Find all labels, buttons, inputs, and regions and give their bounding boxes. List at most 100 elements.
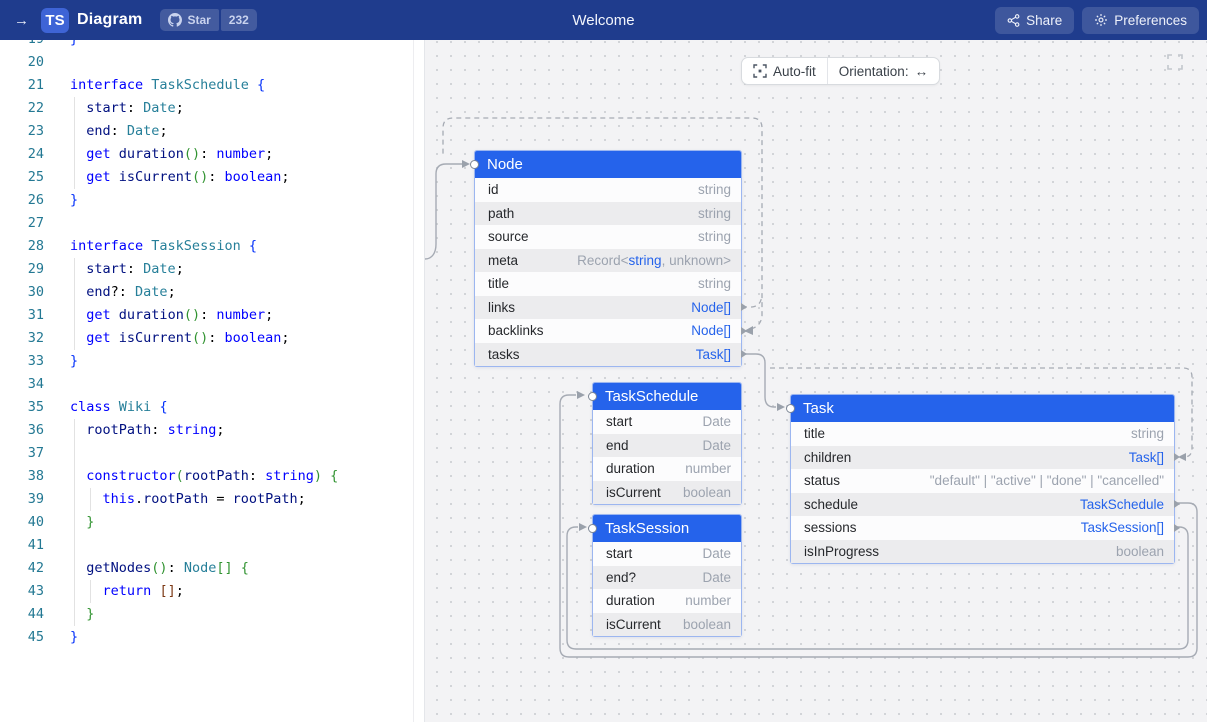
field-name: links (488, 300, 515, 315)
field-type: number (685, 593, 731, 608)
model-title: Node (487, 156, 523, 173)
line-number: 19 (0, 40, 44, 51)
source-handle[interactable] (741, 303, 747, 311)
field-name: tasks (488, 347, 520, 362)
line-number: 21 (0, 74, 44, 97)
source-handle[interactable] (1174, 500, 1180, 508)
field-name: duration (606, 461, 655, 476)
field-row-isInProgress: isInProgressboolean (791, 540, 1174, 564)
code-line: 20 (0, 51, 413, 74)
field-row-path: pathstring (475, 202, 741, 226)
target-port[interactable] (470, 160, 479, 169)
code-line: 26} (0, 189, 413, 212)
field-type: string (698, 229, 731, 244)
code-area[interactable]: 19}2021interface TaskSchedule {22 start:… (0, 40, 414, 722)
model-header[interactable]: TaskSchedule (593, 383, 741, 410)
model-table-task[interactable]: TasktitlestringchildrenTask[]status"defa… (790, 394, 1175, 564)
field-type: Date (702, 414, 731, 429)
field-row-isCurrent: isCurrent boolean (593, 613, 741, 637)
diagram-canvas[interactable]: NodeidstringpathstringsourcestringmetaRe… (425, 40, 1207, 722)
line-number: 30 (0, 281, 44, 304)
indent-guide (90, 488, 91, 511)
share-button[interactable]: Share (995, 7, 1074, 34)
github-star-widget[interactable]: Star 232 (160, 9, 256, 31)
code-text: class Wiki { (44, 396, 168, 419)
orientation-label: Orientation: (839, 64, 909, 79)
model-table-tasksession[interactable]: TaskSessionstartDateend?Datedurationnumb… (592, 514, 742, 637)
orientation-button[interactable]: Orientation: ↔ (827, 58, 939, 84)
fullscreen-icon[interactable] (1167, 54, 1183, 70)
code-text: interface TaskSchedule { (44, 74, 265, 97)
line-number: 26 (0, 189, 44, 212)
model-title: TaskSession (605, 520, 689, 537)
source-handle[interactable] (1174, 453, 1180, 461)
preferences-button[interactable]: Preferences (1082, 7, 1199, 34)
app-name: Diagram (77, 11, 142, 29)
line-number: 22 (0, 97, 44, 120)
model-table-node[interactable]: NodeidstringpathstringsourcestringmetaRe… (474, 150, 742, 367)
field-row-end: endDate (593, 434, 741, 458)
code-line: 24 get duration(): number; (0, 143, 413, 166)
github-star-label: Star (187, 13, 210, 27)
field-row-title: titlestring (475, 272, 741, 296)
model-header[interactable]: TaskSession (593, 515, 741, 542)
target-port[interactable] (588, 392, 597, 401)
target-port[interactable] (786, 404, 795, 413)
field-type: boolean (683, 485, 731, 500)
model-header[interactable]: Node (475, 151, 741, 178)
field-type: Node[] (691, 300, 731, 315)
code-text: this.rootPath = rootPath; (44, 488, 306, 511)
code-line: 44 } (0, 603, 413, 626)
field-row-id: idstring (475, 178, 741, 202)
line-number: 37 (0, 442, 44, 465)
line-number: 35 (0, 396, 44, 419)
field-row-isCurrent: isCurrentboolean (593, 481, 741, 505)
code-text: end: Date; (44, 120, 168, 143)
field-type: boolean (683, 617, 731, 632)
code-text: } (44, 350, 78, 373)
field-name: duration (606, 593, 655, 608)
code-line: 30 end?: Date; (0, 281, 413, 304)
line-number: 41 (0, 534, 44, 557)
field-type: string (698, 206, 731, 221)
code-line: 41 (0, 534, 413, 557)
target-port[interactable] (588, 524, 597, 533)
code-line: 33} (0, 350, 413, 373)
preferences-label: Preferences (1114, 13, 1187, 28)
gear-icon (1094, 13, 1108, 27)
code-text: rootPath: string; (44, 419, 224, 442)
code-text: } (44, 511, 94, 534)
line-number: 23 (0, 120, 44, 143)
code-line: 29 start: Date; (0, 258, 413, 281)
code-text: get duration(): number; (44, 304, 273, 327)
source-handle[interactable] (1174, 524, 1180, 532)
field-name: meta (488, 253, 518, 268)
field-name: schedule (804, 497, 858, 512)
field-row-meta: metaRecord<string, unknown> (475, 249, 741, 273)
field-row-start: startDate (593, 542, 741, 566)
field-type: number (685, 461, 731, 476)
source-handle[interactable] (741, 327, 747, 335)
code-text: } (44, 626, 78, 649)
field-name: backlinks (488, 323, 544, 338)
code-text: return []; (44, 580, 184, 603)
diagram-edges (425, 40, 1207, 722)
indent-guide (74, 258, 75, 350)
field-row-links: links Node[] (475, 296, 741, 320)
field-row-start: startDate (593, 410, 741, 434)
sidebar-collapse-arrow-icon[interactable]: → (10, 12, 33, 29)
indent-guide (74, 97, 75, 189)
code-line: 27 (0, 212, 413, 235)
code-editor-panel[interactable]: 19}2021interface TaskSchedule {22 start:… (0, 40, 425, 722)
line-number: 29 (0, 258, 44, 281)
field-name: isCurrent (606, 617, 661, 632)
code-line: 23 end: Date; (0, 120, 413, 143)
auto-fit-button[interactable]: Auto-fit (742, 58, 827, 84)
line-number: 40 (0, 511, 44, 534)
source-handle[interactable] (741, 350, 747, 358)
line-number: 28 (0, 235, 44, 258)
field-name: status (804, 473, 840, 488)
model-table-taskschedule[interactable]: TaskSchedulestartDateendDate duration numb… (592, 382, 742, 505)
code-text: constructor(rootPath: string) { (44, 465, 338, 488)
model-header[interactable]: Task (791, 395, 1174, 422)
